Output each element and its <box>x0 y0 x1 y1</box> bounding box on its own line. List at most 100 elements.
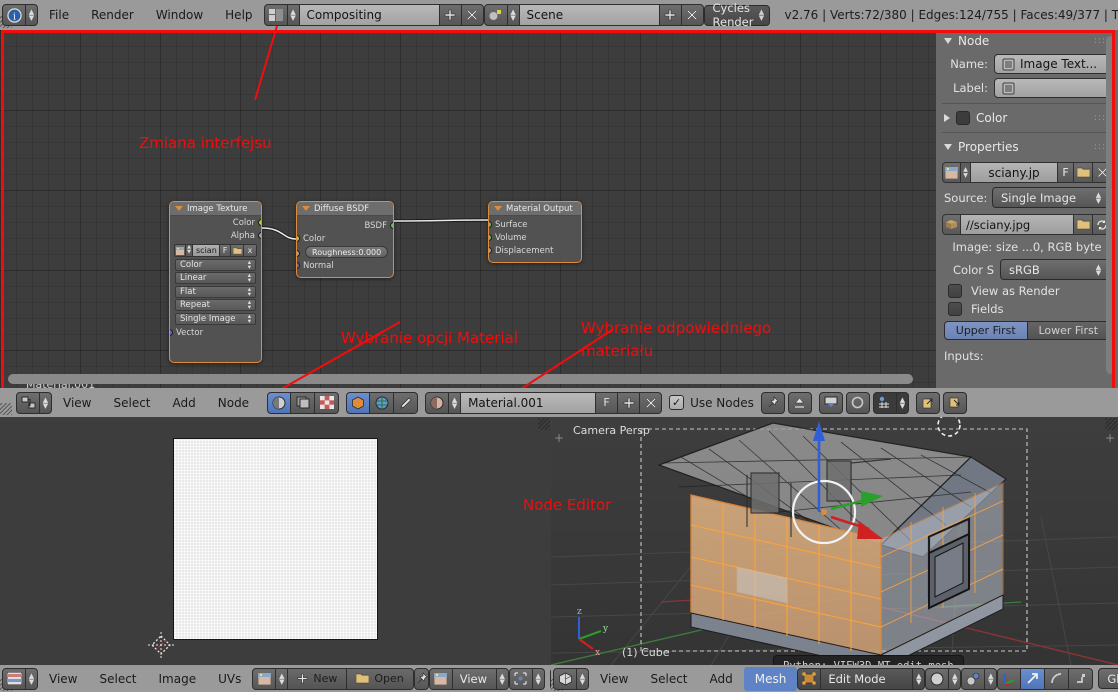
use-nodes-toggle[interactable]: ✓ Use Nodes <box>669 395 754 410</box>
screen-layout-name[interactable]: Compositing <box>299 4 440 26</box>
socket-displacement-in[interactable] <box>489 246 492 254</box>
add-scene-button[interactable] <box>659 4 682 26</box>
fields-checkbox[interactable] <box>948 302 962 316</box>
material-browse-spinner-icon[interactable]: ▲ ▼ <box>449 391 462 414</box>
node-input-volume[interactable]: Volume <box>489 231 581 244</box>
properties-vscrollbar[interactable] <box>1106 36 1115 374</box>
editor-type-spinner-icon[interactable]: ▲ ▼ <box>577 667 589 690</box>
triangle-right-icon[interactable] <box>944 114 950 122</box>
dropdown-color-space[interactable]: Color ▴ ▾ <box>175 258 256 271</box>
node-label-field[interactable] <box>994 78 1110 98</box>
world-shader-icon[interactable] <box>370 391 395 414</box>
snap-group[interactable]: ▲ ▼ <box>872 391 909 414</box>
material-datablock-selector[interactable]: ▲ ▼ Material.001 F <box>425 391 663 414</box>
shader-tree-type-group[interactable] <box>267 391 340 414</box>
socket-roughness-in[interactable] <box>297 250 300 257</box>
pin-icon[interactable] <box>760 391 785 414</box>
menu-help[interactable]: Help <box>214 3 263 27</box>
scene-spinner-icon[interactable]: ▲ ▼ <box>507 4 520 26</box>
snap-icon[interactable] <box>872 391 897 414</box>
socket-surface-in[interactable] <box>489 220 492 228</box>
object-shader-icon[interactable] <box>346 391 371 414</box>
scene-name[interactable]: Scene <box>519 4 660 26</box>
scene-icon[interactable] <box>483 4 508 26</box>
material-icon[interactable] <box>425 391 450 414</box>
fake-user-button[interactable]: F <box>1058 162 1074 183</box>
image-datablock-row[interactable]: ▲ ▼ scian F x <box>174 244 257 257</box>
image-icon[interactable] <box>942 162 961 183</box>
interaction-mode-value[interactable]: Edit Mode <box>821 667 914 690</box>
open-icon[interactable] <box>1074 214 1093 235</box>
toolshelf-expand-icon[interactable]: + <box>554 431 564 445</box>
pivot-spinner-icon[interactable]: ▲ ▼ <box>532 667 545 690</box>
screen-layout-selector[interactable]: ▲ ▼ Compositing <box>263 4 484 26</box>
uv-menu-image[interactable]: Image <box>148 667 208 691</box>
uv-menu-uvs[interactable]: UVs <box>207 667 252 691</box>
uv-editor-type-selector[interactable]: ▲ ▼ <box>2 667 38 690</box>
uv-view-mode-spinner-icon[interactable]: ▲ ▼ <box>496 667 509 690</box>
new-material-button[interactable] <box>618 391 641 414</box>
colorspace-dropdown[interactable]: sRGB ▲ ▼ <box>1000 259 1110 280</box>
node-input-surface[interactable]: Surface <box>489 218 581 231</box>
socket-color-out[interactable] <box>258 218 261 226</box>
new-image-button[interactable]: New <box>288 667 348 690</box>
triangle-down-icon[interactable] <box>944 144 952 150</box>
node-header[interactable]: Diffuse BSDF <box>297 202 393 216</box>
open-icon[interactable] <box>1074 162 1093 183</box>
transform-orientation-dropdown[interactable]: Global ▲▼ <box>1098 668 1118 689</box>
node-menu-node[interactable]: Node <box>207 391 260 415</box>
collapse-triangle-icon[interactable] <box>175 206 183 211</box>
viewport-menu-view[interactable]: View <box>589 667 639 691</box>
node-editor-type-selector[interactable]: ▲ ▼ <box>16 391 52 414</box>
screen-layout-spinner-icon[interactable]: ▲ ▼ <box>287 4 300 26</box>
fake-user-button[interactable]: F <box>596 391 619 414</box>
interaction-mode-spinner-icon[interactable]: ▲ ▼ <box>913 667 926 690</box>
uv-view-mode-selector[interactable]: View ▲ ▼ <box>428 667 509 690</box>
panel-color-header[interactable]: Color :::: <box>936 107 1118 129</box>
menu-file[interactable]: File <box>38 3 80 27</box>
node-diffuse-bsdf[interactable]: Diffuse BSDF BSDF Color Roughness:0.000 … <box>296 201 394 278</box>
field-order-toggle[interactable]: Upper First Lower First <box>936 318 1118 343</box>
unlink-image-button[interactable]: x <box>244 244 257 257</box>
socket-bsdf-out[interactable] <box>390 221 393 229</box>
image-icon[interactable] <box>428 667 453 690</box>
viewport-shading-selector[interactable]: ▲ ▼ <box>925 667 962 690</box>
node-output-alpha[interactable]: Alpha <box>170 229 261 242</box>
material-name-field[interactable]: Material.001 <box>461 391 597 414</box>
panel-properties-header[interactable]: Properties :::: <box>936 136 1118 158</box>
color-swatch[interactable] <box>956 111 970 125</box>
viewport-menu-select[interactable]: Select <box>639 667 698 691</box>
dropdown-interpolation[interactable]: Linear ▴ ▾ <box>175 272 256 284</box>
shading-icon[interactable] <box>925 667 950 690</box>
pin-icon[interactable] <box>413 667 429 690</box>
node-name-field[interactable]: Image Text... <box>994 54 1110 74</box>
use-nodes-checkbox[interactable]: ✓ <box>669 395 685 410</box>
proportional-edit-icon[interactable] <box>845 391 870 414</box>
uv-image-datablock[interactable]: ▲ ▼ New Open <box>252 667 414 690</box>
viewport-menu-mesh[interactable]: Mesh <box>743 666 798 691</box>
interaction-mode-selector[interactable]: Edit Mode ▲ ▼ <box>797 667 926 690</box>
node-input-displacement[interactable]: Displacement <box>489 244 581 257</box>
node-header[interactable]: Image Texture <box>170 202 261 216</box>
render-engine-dropdown[interactable]: Cycles Render ▲ ▼ <box>703 1 771 29</box>
lower-first-button[interactable]: Lower First <box>1027 321 1110 340</box>
collapse-triangle-icon[interactable] <box>302 206 310 211</box>
add-screen-layout-button[interactable] <box>439 4 462 26</box>
uv-image-editor-icon[interactable] <box>2 667 26 690</box>
triangle-down-icon[interactable] <box>944 38 952 44</box>
dropdown-extension[interactable]: Repeat ▴ ▾ <box>175 299 256 311</box>
dropdown-source[interactable]: Single Image ▴ ▾ <box>175 312 256 325</box>
scene-selector[interactable]: ▲ ▼ Scene <box>483 4 704 26</box>
uv-image-canvas[interactable] <box>173 438 378 640</box>
pivot-icon[interactable] <box>961 667 986 690</box>
compositing-tree-icon[interactable] <box>291 391 316 414</box>
uv-menu-view[interactable]: View <box>38 667 88 691</box>
scale-icon[interactable] <box>1069 667 1094 690</box>
socket-alpha-out[interactable] <box>258 231 261 239</box>
pivot-point-selector[interactable]: ▲ ▼ <box>961 667 998 690</box>
editor-type-spinner-icon[interactable]: ▲ ▼ <box>40 391 52 414</box>
editor-type-spinner-icon[interactable]: ▲ ▼ <box>26 667 38 690</box>
translate-icon[interactable] <box>1021 667 1046 690</box>
view-as-render-checkbox[interactable] <box>948 284 962 298</box>
node-editor-hscrollbar[interactable] <box>8 374 913 384</box>
